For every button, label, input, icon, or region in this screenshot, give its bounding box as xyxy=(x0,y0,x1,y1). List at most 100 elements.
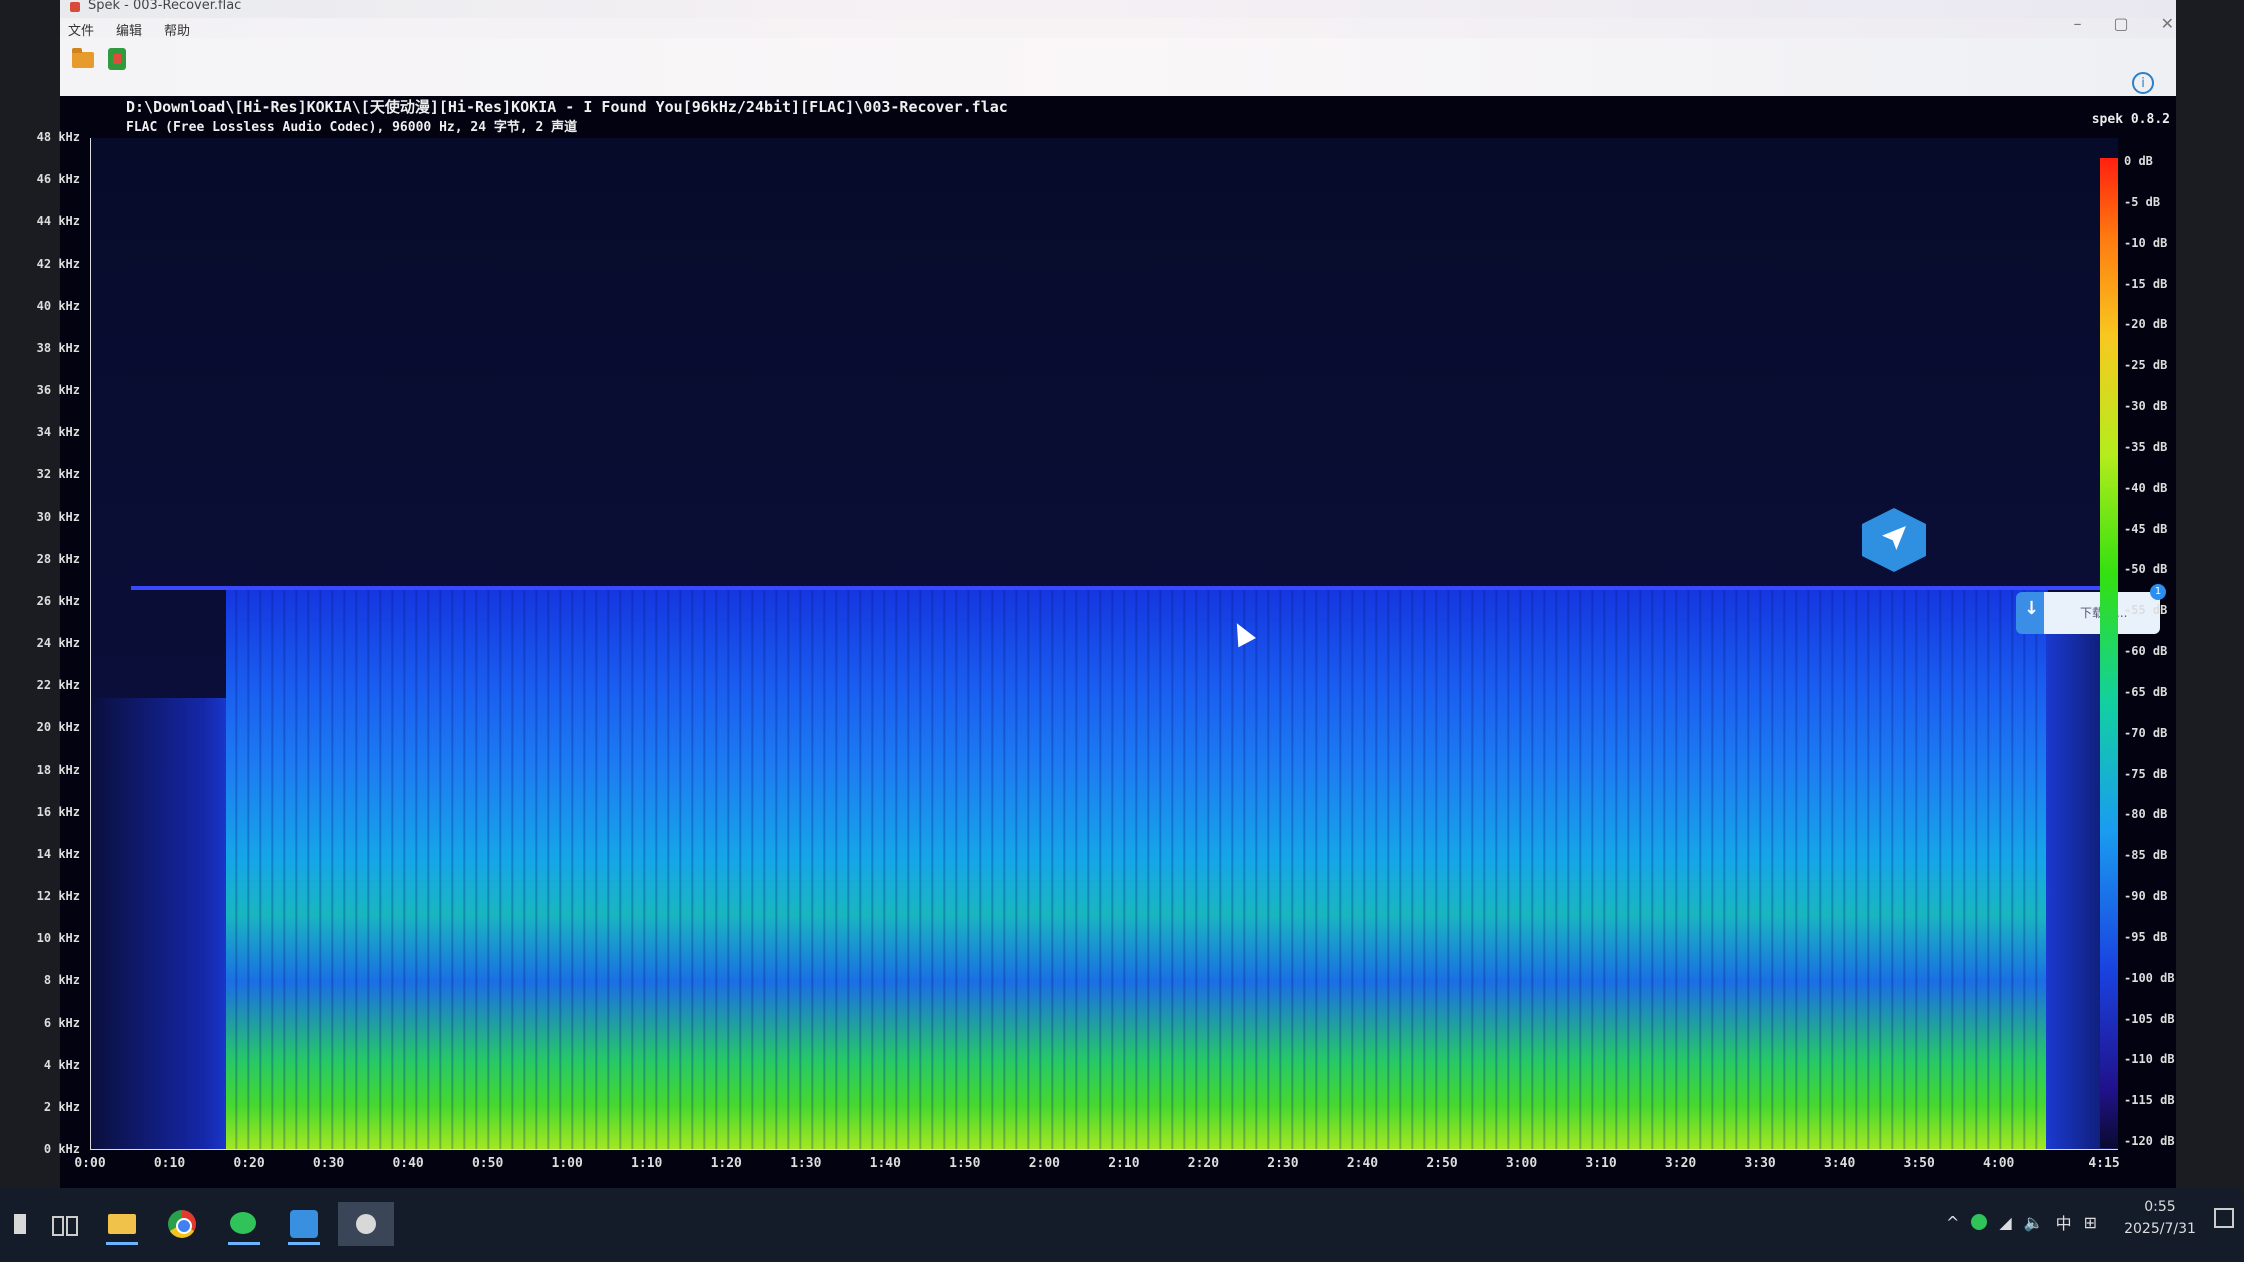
time-tick: 0:50 xyxy=(471,1156,504,1171)
db-tick: -5 dB xyxy=(2124,194,2161,209)
spectrogram-intro-region xyxy=(91,698,231,1149)
time-tick: 2:50 xyxy=(1426,1156,1458,1171)
time-tick: 2:30 xyxy=(1267,1156,1299,1171)
maximize-icon[interactable]: ▢ xyxy=(2113,14,2128,33)
wechat-tray-icon[interactable] xyxy=(1971,1214,1988,1230)
db-tick: -65 dB xyxy=(2124,684,2168,699)
window-title: Spek - 003-Recover.flac xyxy=(88,0,242,13)
task-view-icon[interactable] xyxy=(46,1204,86,1244)
time-tick: 1:20 xyxy=(710,1156,742,1171)
frequency-tick: 10 kHz xyxy=(36,931,80,946)
time-tick: 1:10 xyxy=(631,1156,663,1171)
db-tick: -70 dB xyxy=(2124,725,2168,740)
input-method-indicator[interactable]: 中 xyxy=(2056,1210,2072,1234)
time-tick: 1:50 xyxy=(949,1156,981,1171)
close-icon[interactable]: ✕ xyxy=(2161,14,2174,33)
frequency-tick: 36 kHz xyxy=(36,383,80,397)
spectrogram-view: D:\Download\[Hi-Res]KOKIA\[天使动漫][Hi-Res]… xyxy=(37,96,2176,1188)
frequency-tick: 34 kHz xyxy=(36,425,80,440)
time-tick: 1:30 xyxy=(790,1156,822,1171)
frequency-tick: 12 kHz xyxy=(36,889,80,903)
frequency-tick: 8 kHz xyxy=(43,973,80,988)
time-tick: 2:00 xyxy=(1028,1156,1060,1171)
time-tick: 1:40 xyxy=(869,1156,901,1171)
time-tick: 3:10 xyxy=(1585,1156,1617,1171)
time-tick: 0:30 xyxy=(312,1156,345,1171)
db-tick: -85 dB xyxy=(2124,848,2168,863)
db-tick: -55 dB xyxy=(2124,603,2168,618)
db-tick: -35 dB xyxy=(2124,439,2168,454)
db-tick: -30 dB xyxy=(2124,399,2168,413)
about-info-icon[interactable]: i xyxy=(2132,72,2154,94)
download-arrow-icon: ↓ xyxy=(2024,598,2040,619)
db-tick: -50 dB xyxy=(2124,562,2168,577)
time-tick: 0:40 xyxy=(392,1156,424,1171)
volume-icon[interactable]: 🔈 xyxy=(2024,1213,2044,1232)
db-tick: -25 dB xyxy=(2124,358,2168,373)
menu-edit[interactable]: 编辑 xyxy=(116,20,142,39)
frequency-tick: 16 kHz xyxy=(36,804,80,819)
spek-app-icon xyxy=(70,2,80,12)
save-image-button[interactable] xyxy=(104,46,132,72)
time-tick: 4:15 xyxy=(2088,1156,2120,1171)
taskbar: ^ ◢ 🔈 中 ⊞ 0:55 2025/7/31 xyxy=(0,1188,2244,1262)
frequency-tick: 46 kHz xyxy=(36,172,80,187)
db-tick: -115 dB xyxy=(2124,1093,2175,1108)
time-tick: 0:00 xyxy=(74,1156,106,1171)
keyboard-icon[interactable]: ⊞ xyxy=(2084,1213,2097,1232)
frequency-tick: 22 kHz xyxy=(36,678,80,693)
system-clock[interactable]: 0:55 2025/7/31 xyxy=(2120,1196,2200,1240)
db-tick: -90 dB xyxy=(2124,889,2168,903)
menu-help[interactable]: 帮助 xyxy=(164,20,190,39)
file-path: D:\Download\[Hi-Res]KOKIA\[天使动漫][Hi-Res]… xyxy=(126,98,1008,116)
minimize-icon[interactable]: – xyxy=(2073,14,2081,33)
folder-icon xyxy=(72,48,94,68)
time-tick: 4:00 xyxy=(1983,1156,2015,1171)
db-tick: -110 dB xyxy=(2124,1052,2175,1067)
db-tick: -45 dB xyxy=(2124,521,2168,536)
frequency-tick: 40 kHz xyxy=(36,298,80,313)
frequency-tick: 28 kHz xyxy=(36,551,80,566)
spek-taskbar-icon[interactable] xyxy=(338,1202,394,1246)
file-explorer-icon[interactable] xyxy=(102,1204,142,1245)
tray-expand-icon[interactable]: ^ xyxy=(1946,1213,1959,1232)
window-controls: – ▢ ✕ xyxy=(2073,14,2174,33)
notification-icon[interactable] xyxy=(2214,1208,2234,1228)
chrome-icon[interactable] xyxy=(162,1204,202,1244)
time-tick: 3:00 xyxy=(1505,1156,1538,1171)
save-icon xyxy=(108,48,126,70)
db-tick: -105 dB xyxy=(2124,1011,2175,1026)
start-button[interactable] xyxy=(14,1214,26,1234)
frequency-tick: 4 kHz xyxy=(43,1057,80,1072)
frequency-tick: 48 kHz xyxy=(36,130,80,144)
db-tick: -20 dB xyxy=(2124,317,2168,332)
spectrogram-data xyxy=(226,590,2048,1149)
clock-date: 2025/7/31 xyxy=(2124,1221,2196,1237)
frequency-tick: 18 kHz xyxy=(36,762,80,777)
frequency-tick: 2 kHz xyxy=(43,1099,80,1114)
frequency-tick: 42 kHz xyxy=(36,256,80,271)
menu-bar: 文件 编辑 帮助 xyxy=(60,18,2176,39)
spectrogram-plot xyxy=(90,138,2118,1150)
db-tick: -120 dB xyxy=(2124,1134,2175,1148)
menu-file[interactable]: 文件 xyxy=(68,20,94,39)
bird-app-icon[interactable] xyxy=(284,1204,324,1245)
network-icon[interactable]: ◢ xyxy=(1999,1213,2011,1232)
db-tick: -100 dB xyxy=(2124,970,2175,985)
time-tick: 3:50 xyxy=(1903,1156,1935,1171)
time-tick: 2:40 xyxy=(1346,1156,1379,1171)
frequency-tick: 24 kHz xyxy=(36,636,80,650)
frequency-tick: 14 kHz xyxy=(36,846,80,861)
clock-time: 0:55 xyxy=(2144,1199,2176,1215)
open-file-button[interactable] xyxy=(70,46,98,72)
wechat-icon[interactable] xyxy=(224,1204,264,1245)
frequency-tick: 26 kHz xyxy=(36,593,80,608)
db-tick: -60 dB xyxy=(2124,644,2168,658)
db-tick: 0 dB xyxy=(2124,154,2153,168)
time-tick: 0:20 xyxy=(233,1156,265,1171)
frequency-tick: 20 kHz xyxy=(36,720,80,735)
toolbar: i xyxy=(60,38,2176,97)
time-tick: 3:20 xyxy=(1664,1156,1697,1171)
frequency-tick: 44 kHz xyxy=(36,214,80,229)
version-label: spek 0.8.2 xyxy=(2091,112,2170,127)
